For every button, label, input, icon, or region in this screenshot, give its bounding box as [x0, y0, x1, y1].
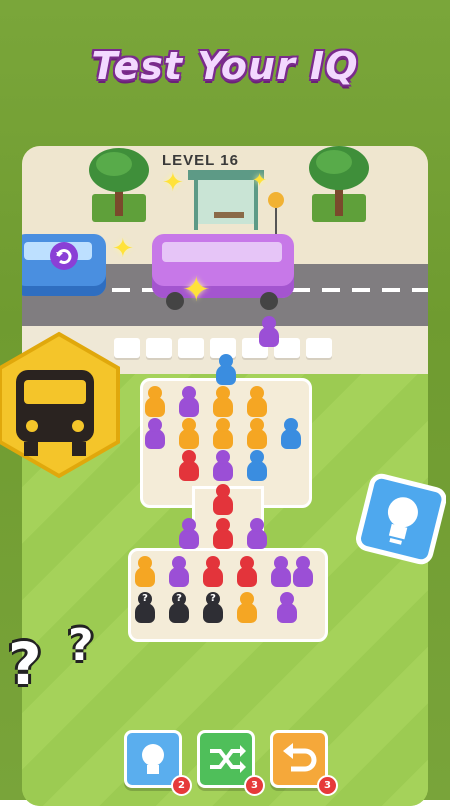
rotate-icon[interactable] — [48, 240, 80, 272]
bus-icon — [0, 331, 120, 479]
passenger-orange[interactable] — [246, 418, 268, 450]
passenger-purple[interactable] — [168, 556, 190, 588]
queue-slot — [306, 338, 332, 358]
queue-slot — [146, 338, 172, 358]
hint-button[interactable]: 2 — [124, 730, 192, 796]
passenger-orange[interactable] — [134, 556, 156, 588]
passenger-orange[interactable] — [144, 386, 166, 418]
shuffle-icon — [210, 745, 246, 773]
tree-right — [309, 146, 369, 222]
passenger-purple[interactable] — [212, 450, 234, 482]
bus-purple — [152, 234, 294, 310]
sparkle-icon: ✦ — [112, 234, 134, 264]
tree-left — [89, 148, 149, 222]
passenger-orange[interactable] — [212, 418, 234, 450]
undo-icon — [283, 743, 317, 772]
passenger-purple[interactable] — [258, 316, 280, 348]
queue-slot — [178, 338, 204, 358]
passenger-red[interactable] — [178, 450, 200, 482]
passenger-orange[interactable] — [246, 386, 268, 418]
sparkle-icon: ✦ — [162, 168, 184, 198]
lightbulb-icon — [142, 744, 164, 774]
passenger-purple[interactable] — [178, 386, 200, 418]
sparkle-icon: ✦ — [252, 170, 268, 191]
passenger-purple[interactable] — [270, 556, 292, 588]
shuffle-button[interactable]: 3 — [197, 730, 265, 796]
mystery-passenger[interactable]: ? — [168, 592, 190, 624]
passenger-red[interactable] — [212, 484, 234, 516]
passenger-red[interactable] — [212, 518, 234, 550]
passenger-orange[interactable] — [236, 592, 258, 624]
undo-button[interactable]: 3 — [270, 730, 338, 796]
question-mark-icon: ? — [8, 630, 42, 698]
hint-count-badge: 2 — [171, 775, 192, 796]
passenger-purple[interactable] — [178, 518, 200, 550]
headline: Test Your IQ — [91, 44, 359, 88]
level-label: LEVEL 16 — [162, 152, 239, 169]
sparkle-icon: ✦ — [182, 270, 211, 310]
passenger-purple[interactable] — [144, 418, 166, 450]
lightbulb-icon — [356, 473, 446, 565]
passenger-orange[interactable] — [178, 418, 200, 450]
question-mark-icon: ? — [210, 593, 216, 604]
passenger-blue[interactable] — [280, 418, 302, 450]
passenger-red[interactable] — [236, 556, 258, 588]
mystery-passenger[interactable]: ? — [202, 592, 224, 624]
passenger-orange[interactable] — [212, 386, 234, 418]
question-mark-icon: ? — [68, 620, 94, 671]
passenger-purple[interactable] — [246, 518, 268, 550]
passenger-blue[interactable] — [215, 354, 237, 386]
passenger-purple[interactable] — [292, 556, 314, 588]
passenger-purple[interactable] — [276, 592, 298, 624]
undo-count-badge: 3 — [317, 775, 338, 796]
passenger-blue[interactable] — [246, 450, 268, 482]
question-mark-icon: ? — [176, 593, 182, 604]
passenger-red[interactable] — [202, 556, 224, 588]
shuffle-count-badge: 3 — [244, 775, 265, 796]
mystery-passenger[interactable]: ? — [134, 592, 156, 624]
question-mark-icon: ? — [142, 593, 148, 604]
